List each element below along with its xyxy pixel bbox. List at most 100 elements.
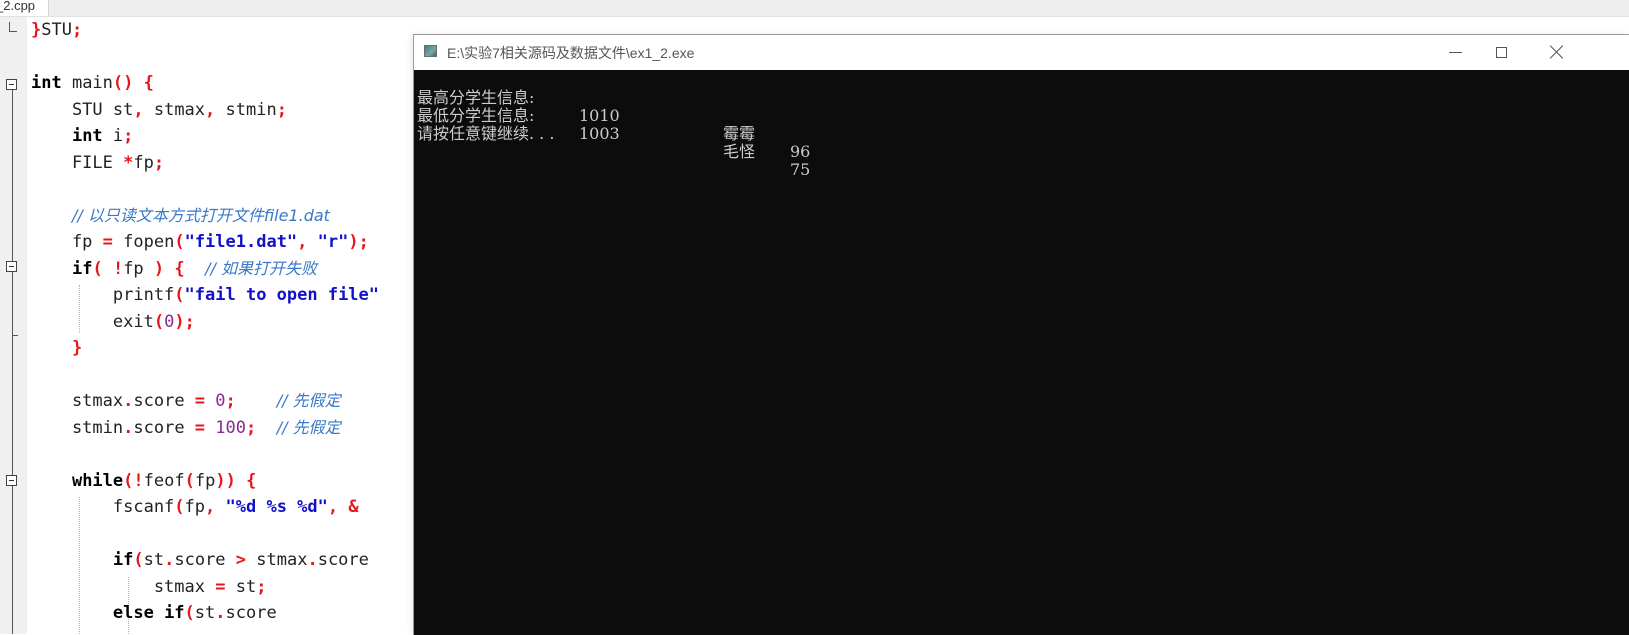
token-num: 100 [215, 417, 247, 438]
token-text: printf [31, 285, 175, 305]
console-window: E:\实验7相关源码及数据文件\ex1_2.exe 最高分学生信息: 1010 … [413, 34, 1629, 635]
student-id: 1003 [579, 124, 620, 143]
fold-collapse-icon[interactable] [6, 475, 17, 486]
code-line: stmin.score = 100; // 先假定 [31, 415, 420, 442]
code-lines: }STU; int main() { STU st, stmax, stmin;… [31, 17, 420, 627]
token-pu: ; [123, 126, 134, 146]
code-line: STU st, stmax, stmin; [31, 97, 420, 124]
token-pu: { [174, 258, 185, 279]
minimize-icon [1448, 51, 1462, 53]
token-pu: ( [174, 232, 185, 252]
minimize-button[interactable] [1432, 35, 1478, 69]
token-pu: & [348, 497, 359, 517]
student-score: 75 [790, 160, 811, 179]
token-pu: } [71, 338, 83, 358]
token-pu: )) [215, 470, 236, 491]
token-num: 0 [164, 311, 175, 332]
token-text: stmax [31, 391, 124, 411]
code-editor[interactable]: }STU; int main() { STU st, stmax, stmin;… [0, 17, 420, 634]
token-kw: int [71, 126, 103, 146]
fold-collapse-icon[interactable] [6, 79, 17, 90]
token-text: score [174, 550, 236, 570]
continue-prompt: 请按任意键继续. . . [417, 124, 555, 143]
code-line: stmax = st; [31, 574, 420, 601]
fold-end-marker [9, 22, 17, 32]
token-cm: // 先假定 [276, 417, 341, 437]
code-line: while(!feof(fp)) { [31, 468, 420, 495]
console-output[interactable]: 最高分学生信息: 1010 霉霉 96 最低分学生信息: 1003 毛怪 75 … [414, 70, 1629, 635]
token-pu: () [112, 73, 134, 93]
token-text: fscanf [31, 497, 175, 517]
code-line: } [31, 335, 420, 362]
code-line: if( !fp ) { // 如果打开失败 [31, 256, 420, 283]
student-name: 毛怪 [723, 142, 756, 161]
maximize-icon [1495, 46, 1507, 58]
fold-gutter [0, 17, 27, 634]
maximize-button[interactable] [1478, 35, 1524, 69]
token-pu: ( [92, 258, 103, 279]
console-title: E:\实验7相关源码及数据文件\ex1_2.exe [447, 45, 695, 61]
token-text: score [133, 417, 195, 438]
token-pu: ) [153, 258, 165, 279]
token-cm: // 以只读文本方式打开文件file1.dat [71, 205, 330, 225]
token-text: fp [184, 497, 206, 517]
console-line: 最高分学生信息: 1010 霉霉 96 [417, 71, 1629, 161]
token-pu: . [123, 417, 134, 438]
token-pu: ); [174, 311, 195, 332]
token-text: STU st [31, 99, 134, 120]
token-pu: ; [276, 99, 287, 120]
token-num: 0 [215, 391, 226, 411]
token-cm: // 先假定 [276, 391, 341, 410]
tab-source-file[interactable]: _2.cpp [0, 0, 49, 16]
token-pu: * [123, 152, 134, 173]
token-pu: ! [133, 470, 144, 491]
token-text: fp [133, 152, 154, 173]
token-text: score [133, 391, 195, 411]
token-pu: ( [174, 497, 185, 517]
student-score: 96 [790, 142, 811, 161]
token-str: "file1.dat" [184, 232, 298, 252]
token-pu: . [307, 550, 318, 570]
token-text: stmax [143, 99, 206, 120]
student-name: 霉霉 [723, 124, 756, 143]
token-pu: = [215, 576, 226, 597]
token-text: score [317, 550, 369, 570]
console-line: 最低分学生信息: 1003 毛怪 75 [417, 89, 1629, 179]
fold-collapse-icon[interactable] [6, 261, 17, 272]
token-pu: } [31, 20, 42, 40]
token-pu: { [246, 470, 257, 491]
console-app-icon [424, 45, 437, 57]
token-str: "fail to open file" [184, 285, 380, 305]
token-pu: , [297, 232, 308, 252]
console-titlebar[interactable]: E:\实验7相关源码及数据文件\ex1_2.exe [414, 35, 1629, 70]
fold-line [12, 90, 13, 634]
editor-tab-bar: _2.cpp [0, 0, 1629, 17]
token-pu: ( [184, 603, 195, 623]
token-kw: if [71, 258, 93, 279]
close-icon [1550, 45, 1564, 59]
token-pu: , [205, 497, 216, 517]
token-text: exit [31, 311, 154, 332]
code-line: stmax.score = 0; // 先假定 [31, 388, 420, 415]
token-text: st [225, 576, 257, 597]
code-line: int main() { [31, 70, 420, 97]
token-str: "%d %s %d" [225, 497, 328, 517]
close-button[interactable] [1534, 35, 1580, 69]
code-line: else if(st.score [31, 600, 420, 627]
